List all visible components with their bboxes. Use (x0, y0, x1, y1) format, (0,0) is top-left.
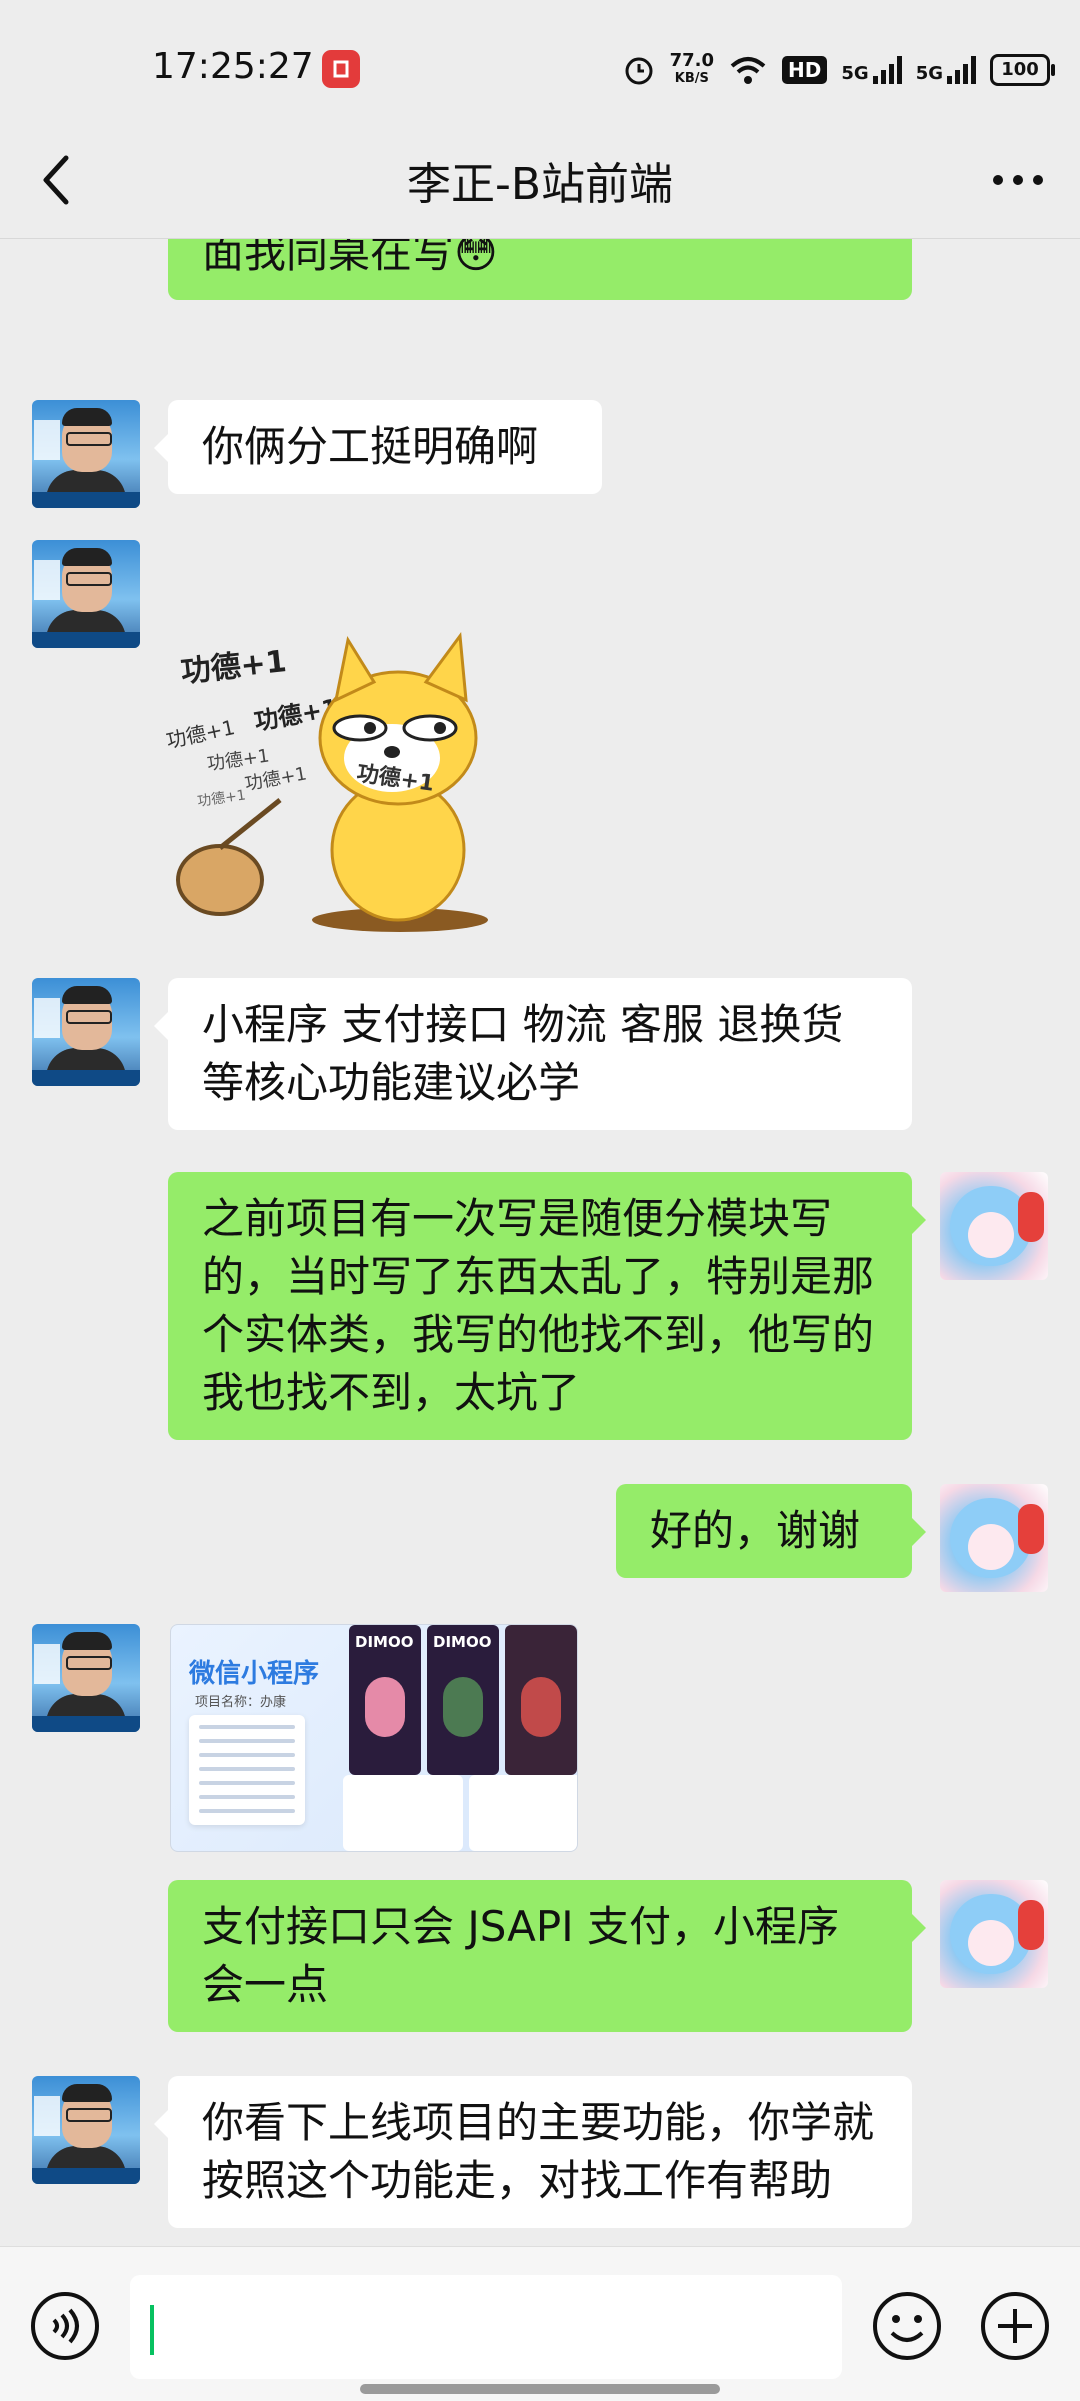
signal-5g-2: 5G (916, 56, 976, 84)
home-indicator[interactable] (360, 2384, 720, 2394)
avatar[interactable] (940, 1172, 1048, 1280)
status-bar: 17:25:27 77.0 KB/S HD 5G 5G 100 (0, 0, 1080, 140)
sticker-caption: 功德+1 (164, 715, 237, 753)
emoji-icon[interactable] (872, 2291, 942, 2361)
avatar[interactable] (32, 2076, 140, 2184)
alarm-icon (625, 57, 653, 85)
message-bubble-incoming[interactable]: 小程序 支付接口 物流 客服 退换货 等核心功能建议必学 (154, 978, 912, 1130)
battery-icon: 100 (990, 54, 1055, 86)
image-subtitle: 项目名称：办康 (195, 1695, 287, 1710)
sticker-cat[interactable]: 功德+1 功德+1 功德+1 功德+1 功德+1 功德+1 功德+1 (160, 600, 520, 960)
status-time: 17:25:27 (152, 46, 314, 87)
message-bubble-incoming[interactable]: 你看下上线项目的主要功能，你学就按照这个功能走，对找工作有帮助 (154, 2076, 912, 2228)
message-bubble-outgoing[interactable]: 支付接口只会 JSAPI 支付，小程序会一点 (168, 1880, 926, 2032)
image-title: 微信小程序 (189, 1659, 320, 1689)
avatar[interactable] (940, 1484, 1048, 1592)
plus-icon[interactable] (980, 2291, 1050, 2361)
status-icons: 77.0 KB/S HD 5G 5G 100 (622, 48, 1055, 92)
message-list[interactable]: 卖项目，主要是写后端接口，前端页面我同桌在写😳 你俩分工挺明确啊 功德+1 功德… (0, 238, 1080, 2246)
image-panel (189, 1715, 305, 1825)
avatar[interactable] (940, 1880, 1048, 1988)
sticker-caption: 功德+1 (179, 644, 288, 690)
image-list (343, 1775, 463, 1851)
image-phone: DIMOO (349, 1625, 421, 1775)
hd-voice-badge: HD (782, 56, 828, 84)
text-cursor (150, 2305, 154, 2355)
wifi-icon (730, 57, 766, 84)
message-bubble-outgoing[interactable]: 好的，谢谢 (616, 1484, 926, 1578)
image-phone (505, 1625, 577, 1775)
avatar[interactable] (32, 1624, 140, 1732)
app-notification-icon (322, 50, 360, 88)
input-bar (0, 2246, 1080, 2401)
sticker-caption: 功德+1 (196, 787, 246, 810)
message-bubble-outgoing[interactable]: 卖项目，主要是写后端接口，前端页面我同桌在写😳 (168, 238, 912, 300)
avatar[interactable] (32, 978, 140, 1086)
avatar[interactable] (32, 540, 140, 648)
voice-icon[interactable] (30, 2291, 100, 2361)
image-message[interactable]: 微信小程序 项目名称：办康 DIMOO DIMOO (170, 1624, 578, 1852)
message-bubble-incoming[interactable]: 你俩分工挺明确啊 (154, 400, 602, 494)
network-speed: 77.0 KB/S (669, 50, 715, 87)
chat-header: 李正-B站前端 (0, 120, 1080, 239)
chat-title: 李正-B站前端 (406, 159, 674, 210)
signal-5g-1: 5G (841, 56, 902, 84)
image-list (469, 1775, 577, 1851)
more-dots-icon[interactable] (988, 160, 1048, 200)
image-phone: DIMOO (427, 1625, 499, 1775)
message-bubble-outgoing[interactable]: 之前项目有一次写是随便分模块写的，当时写了东西太乱了，特别是那个实体类，我写的他… (168, 1172, 926, 1440)
avatar[interactable] (32, 400, 140, 508)
message-input[interactable] (130, 2275, 842, 2379)
